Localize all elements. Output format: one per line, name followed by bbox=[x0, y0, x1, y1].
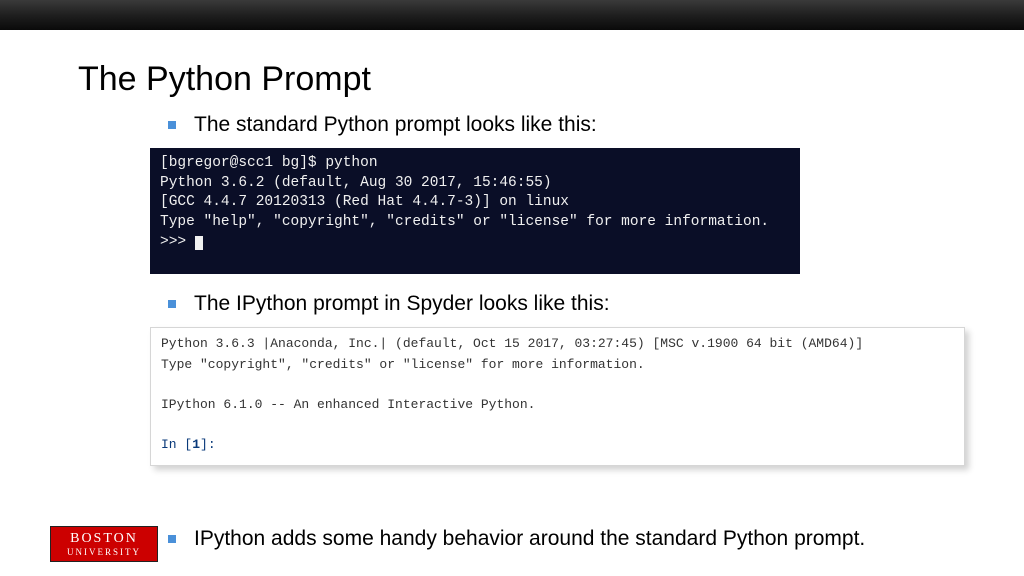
bullet-icon bbox=[168, 535, 176, 543]
term2-line1: Python 3.6.3 |Anaconda, Inc.| (default, … bbox=[161, 336, 863, 351]
bullet-icon bbox=[168, 300, 176, 308]
bullet-text-3: IPython adds some handy behavior around … bbox=[194, 525, 865, 552]
bullet-item-1: The standard Python prompt looks like th… bbox=[168, 111, 1024, 138]
logo-line2: UNIVERSITY bbox=[67, 548, 141, 557]
bullet-icon bbox=[168, 121, 176, 129]
terminal-python-prompt: [bgregor@scc1 bg]$ python Python 3.6.2 (… bbox=[150, 148, 800, 274]
term1-line3: [GCC 4.4.7 20120313 (Red Hat 4.4.7-3)] o… bbox=[160, 194, 569, 210]
term2-line4: IPython 6.1.0 -- An enhanced Interactive… bbox=[161, 397, 535, 412]
bullet-text-1: The standard Python prompt looks like th… bbox=[194, 111, 597, 138]
slide-top-bar bbox=[0, 0, 1024, 30]
term1-line5: >>> bbox=[160, 234, 195, 250]
boston-university-logo: BOSTON UNIVERSITY bbox=[50, 526, 158, 562]
slide-content: The Python Prompt The standard Python pr… bbox=[0, 30, 1024, 466]
terminal-ipython-prompt: Python 3.6.3 |Anaconda, Inc.| (default, … bbox=[150, 327, 965, 466]
bullet-item-2: The IPython prompt in Spyder looks like … bbox=[168, 290, 1024, 317]
term2-line2: Type "copyright", "credits" or "license"… bbox=[161, 357, 645, 372]
ipython-in-close: ]: bbox=[200, 437, 216, 452]
bullet-item-3: IPython adds some handy behavior around … bbox=[168, 525, 865, 552]
slide-title: The Python Prompt bbox=[78, 60, 1024, 99]
term1-line4: Type "help", "copyright", "credits" or "… bbox=[160, 214, 769, 230]
ipython-in-label: In [ bbox=[161, 437, 192, 452]
term1-line2: Python 3.6.2 (default, Aug 30 2017, 15:4… bbox=[160, 175, 552, 191]
logo-line1: BOSTON bbox=[70, 532, 138, 546]
cursor-icon bbox=[195, 236, 203, 250]
bullet-text-2: The IPython prompt in Spyder looks like … bbox=[194, 290, 610, 317]
ipython-in-number: 1 bbox=[192, 437, 200, 452]
term1-line1: [bgregor@scc1 bg]$ python bbox=[160, 155, 378, 171]
